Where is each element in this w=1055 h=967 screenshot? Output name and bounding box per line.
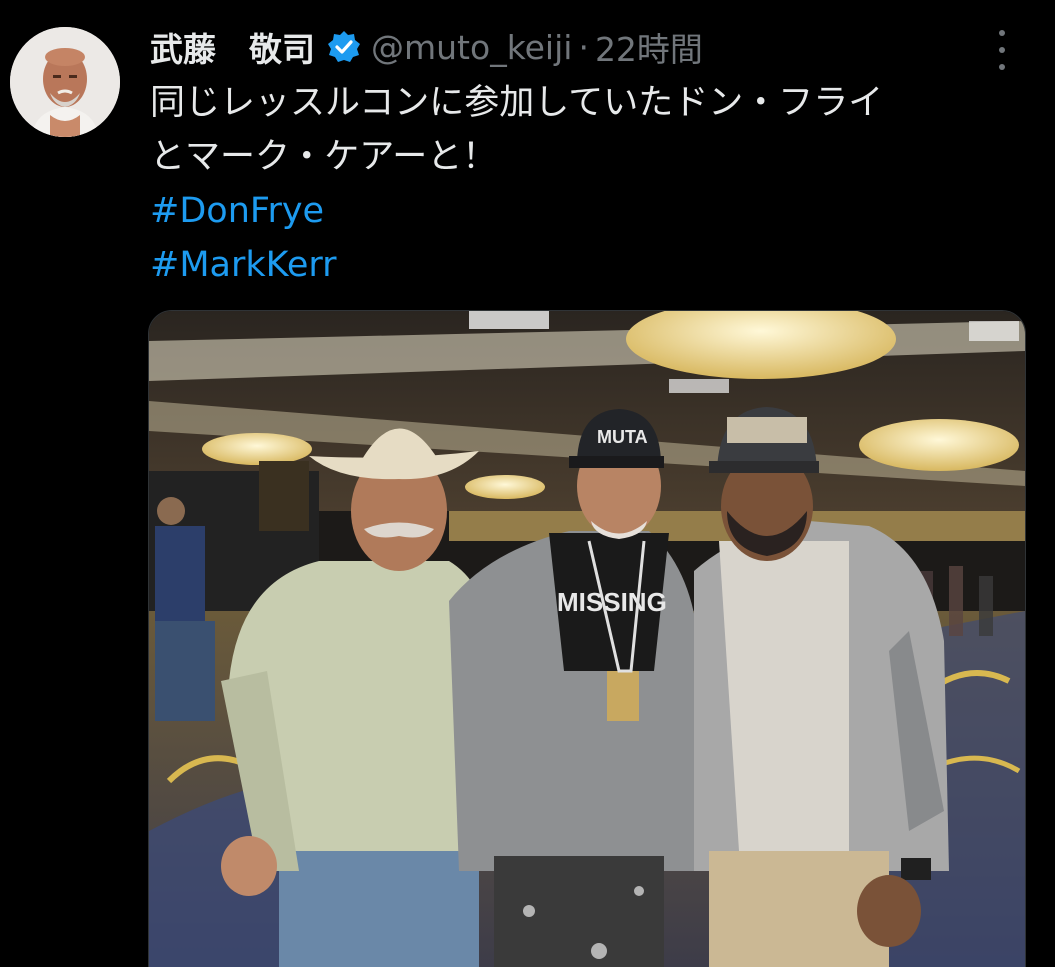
hashtag-link[interactable]: #MarkKerr <box>150 238 1030 292</box>
tweet-text-line: とマーク・ケアーと！ <box>150 137 498 177</box>
tweet[interactable]: 武藤 敬司 @muto_keiji · 22時間 同じレッスルコンに参加していた… <box>0 0 1055 967</box>
author-name[interactable]: 武藤 敬司 <box>150 23 315 71</box>
more-options-icon[interactable] <box>992 30 1012 70</box>
more-dot-icon <box>999 47 1005 53</box>
author-avatar[interactable] <box>10 27 120 137</box>
tweet-text-line: 同じレッスルコンに参加していたドン・フライ <box>150 83 884 123</box>
author-handle[interactable]: @muto_keiji <box>371 28 572 67</box>
tweet-timestamp[interactable]: 22時間 <box>595 23 703 71</box>
verified-badge-icon[interactable] <box>327 30 361 64</box>
shirt-print: MISSING <box>557 587 667 617</box>
cap-logo: MUTA <box>597 427 648 447</box>
hashtag-link[interactable]: #DonFrye <box>150 184 1030 238</box>
more-dot-icon <box>999 30 1005 36</box>
tweet-photo[interactable]: MISSING MUTA <box>148 310 1026 967</box>
more-dot-icon <box>999 64 1005 70</box>
tweet-header: 武藤 敬司 @muto_keiji · 22時間 <box>150 22 703 72</box>
header-separator: · <box>578 27 589 67</box>
tweet-text: 同じレッスルコンに参加していたドン・フライ とマーク・ケアーと！ #DonFry… <box>150 76 1030 292</box>
